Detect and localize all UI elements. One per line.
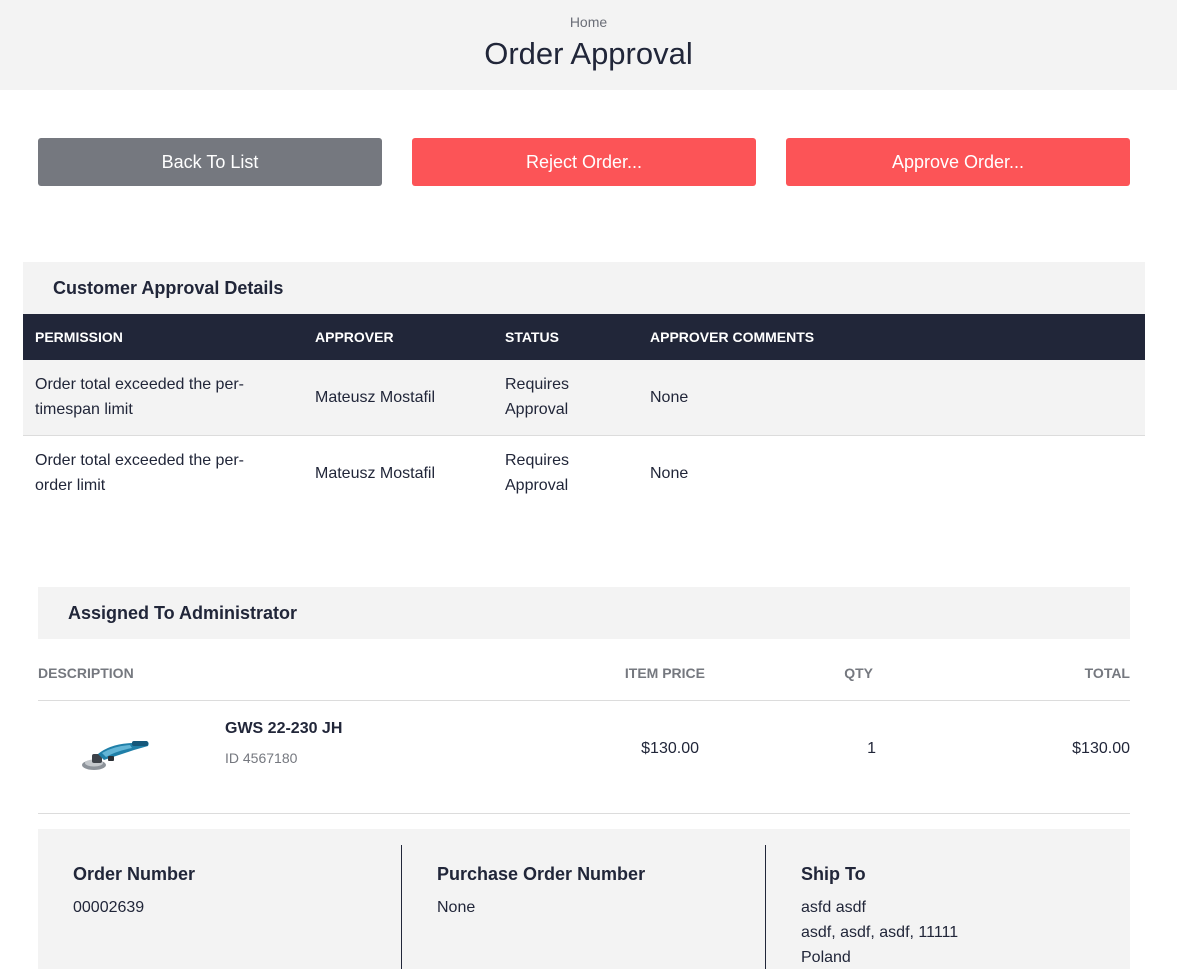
order-summary-panel: Order Number 00002639 Purchase Order Num… bbox=[38, 829, 1130, 969]
column-header-item-price: ITEM PRICE bbox=[624, 665, 705, 681]
column-divider bbox=[765, 845, 766, 969]
ship-to-label: Ship To bbox=[801, 864, 866, 884]
order-number-label: Order Number bbox=[73, 864, 196, 884]
address-line: asfd asdf bbox=[801, 899, 866, 916]
item-price: $130.00 bbox=[641, 740, 699, 757]
status-text: Requires bbox=[505, 376, 570, 393]
customer-approval-section: Customer Approval Details PERMISSION APP… bbox=[23, 262, 1145, 511]
comments-cell: None bbox=[638, 435, 1145, 511]
page-header: Home Order Approval bbox=[0, 0, 1177, 90]
back-to-list-button[interactable]: Back To List bbox=[38, 138, 382, 186]
status-text: Approval bbox=[505, 477, 569, 494]
table-row: Order total exceeded the per- order limi… bbox=[23, 435, 1145, 511]
product-id: ID 4567180 bbox=[225, 750, 298, 766]
permission-cell: Order total exceeded the per- timespan l… bbox=[23, 360, 303, 436]
address-line: asdf, asdf, asdf, 11111 bbox=[801, 924, 959, 941]
breadcrumb-home[interactable]: Home bbox=[0, 14, 1177, 30]
column-header-approver: APPROVER bbox=[303, 314, 493, 360]
column-header-total: TOTAL bbox=[1084, 665, 1130, 681]
column-header-status: STATUS bbox=[493, 314, 638, 360]
column-header-comments: APPROVER COMMENTS bbox=[638, 314, 1145, 360]
approver-cell: Mateusz Mostafil bbox=[303, 435, 493, 511]
status-text: Approval bbox=[505, 401, 569, 418]
table-header-row: PERMISSION APPROVER STATUS APPROVER COMM… bbox=[23, 314, 1145, 360]
column-divider bbox=[401, 845, 402, 969]
permission-cell: Order total exceeded the per- order limi… bbox=[23, 435, 303, 511]
product-name[interactable]: GWS 22-230 JH bbox=[225, 720, 342, 738]
permission-text: Order total exceeded the per- bbox=[35, 376, 245, 393]
approver-cell: Mateusz Mostafil bbox=[303, 360, 493, 436]
ship-to-address: asfd asdf asdf, asdf, asdf, 11111 Poland bbox=[801, 895, 958, 970]
item-total: $130.00 bbox=[1072, 740, 1130, 757]
permission-text: timespan limit bbox=[35, 401, 133, 418]
assigned-section-title: Assigned To Administrator bbox=[38, 587, 1130, 639]
item-qty: 1 bbox=[867, 740, 876, 757]
column-header-permission: PERMISSION bbox=[23, 314, 303, 360]
permission-text: order limit bbox=[35, 477, 106, 494]
status-cell: Requires Approval bbox=[493, 435, 638, 511]
column-header-qty: QTY bbox=[844, 665, 873, 681]
approval-table: PERMISSION APPROVER STATUS APPROVER COMM… bbox=[23, 314, 1145, 511]
angle-grinder-product-image[interactable] bbox=[80, 734, 152, 776]
column-header-description: DESCRIPTION bbox=[38, 665, 134, 681]
po-number-label: Purchase Order Number bbox=[437, 864, 646, 884]
reject-order-button[interactable]: Reject Order... bbox=[412, 138, 756, 186]
table-row: Order total exceeded the per- timespan l… bbox=[23, 360, 1145, 436]
address-line: Poland bbox=[801, 949, 851, 966]
approve-order-button[interactable]: Approve Order... bbox=[786, 138, 1130, 186]
divider bbox=[38, 813, 1130, 814]
page-title: Order Approval bbox=[484, 36, 693, 71]
status-text: Requires bbox=[505, 452, 570, 469]
divider bbox=[38, 700, 1130, 701]
section-title: Customer Approval Details bbox=[23, 262, 1145, 314]
po-number-value: None bbox=[437, 899, 476, 916]
comments-cell: None bbox=[638, 360, 1145, 436]
permission-text: Order total exceeded the per- bbox=[35, 452, 245, 469]
order-number-value: 00002639 bbox=[73, 899, 145, 916]
status-cell: Requires Approval bbox=[493, 360, 638, 436]
